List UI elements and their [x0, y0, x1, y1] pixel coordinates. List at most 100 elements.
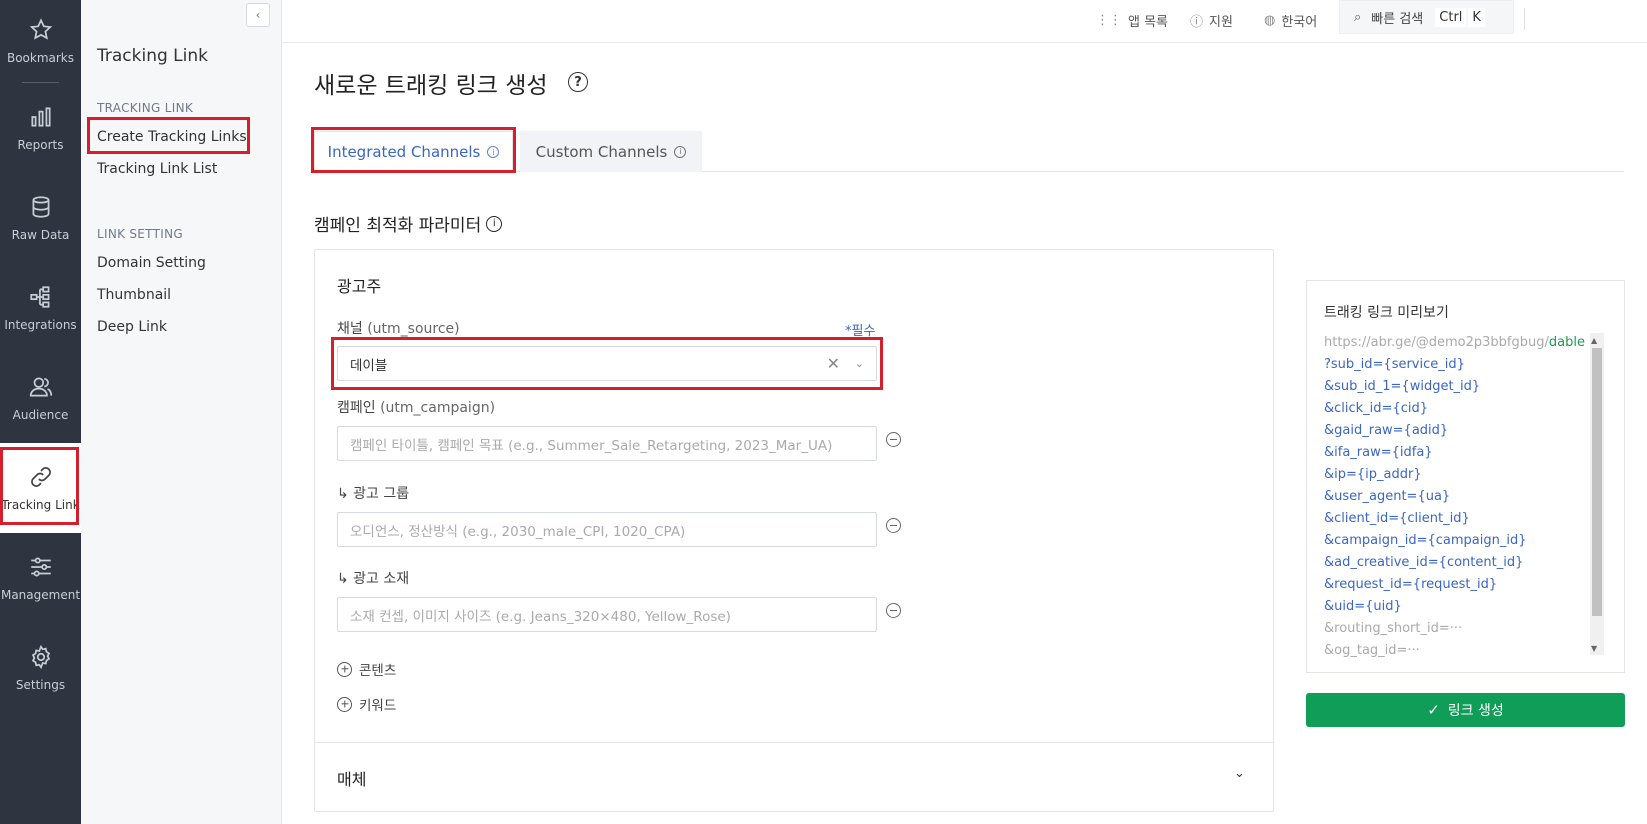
tab-label: Custom Channels	[535, 142, 668, 161]
rail-item-raw-data[interactable]: Raw Data	[0, 173, 81, 263]
advertiser-heading: 광고주	[337, 277, 382, 296]
link-icon	[30, 467, 51, 487]
rail-label: Bookmarks	[6, 51, 75, 65]
rail-label: Audience	[12, 408, 69, 422]
section-title-text: 캠페인 최적화 파라미터	[314, 216, 482, 236]
support-link[interactable]: ⓘ 지원	[1190, 8, 1233, 32]
subnav-link-deep-link[interactable]: Deep Link	[97, 319, 167, 335]
preview-param-line: &ad_creative_id={content_id}	[1324, 555, 1524, 570]
creative-input[interactable]: 소재 컨셉, 이미지 사이즈 (e.g. Jeans_320×480, Yell…	[337, 597, 877, 632]
channel-label-text: 채널	[337, 321, 363, 337]
main-nav-rail: Bookmarks Reports Raw Data Integrations …	[0, 0, 81, 824]
language-selector[interactable]: ◍ 한국어	[1264, 8, 1317, 32]
preview-base-url: https://abr.ge/@demo2p3bbfgbug/	[1324, 335, 1549, 350]
preview-base-line: https://abr.ge/@demo2p3bbfgbug/dable	[1324, 332, 1594, 354]
preview-param-line: &ifa_raw={idfa}	[1324, 445, 1433, 460]
check-icon: ✓	[1427, 701, 1440, 719]
rail-label: Tracking Link	[1, 498, 80, 512]
rail-item-management[interactable]: Management	[0, 533, 81, 623]
preview-param-line: &request_id={request_id}	[1324, 577, 1498, 592]
bar-chart-icon	[30, 107, 51, 127]
tab-custom-channels[interactable]: Custom Channels i	[520, 131, 702, 172]
rail-item-tracking-link[interactable]: Tracking Link	[0, 443, 81, 533]
preview-param-line: ?sub_id={service_id}	[1324, 357, 1465, 372]
rail-item-audience[interactable]: Audience	[0, 353, 81, 443]
channel-value: 데이블	[350, 357, 388, 374]
adgroup-label: ↳ 광고 그룹	[337, 486, 410, 502]
add-keyword-button[interactable]: 키워드	[337, 694, 396, 714]
campaign-input[interactable]: 캠페인 타이틀, 캠페인 목표 (e.g., Summer_Sale_Retar…	[337, 426, 877, 461]
required-marker: *필수	[845, 324, 876, 339]
apps-menu[interactable]: ⋮⋮ 앱 목록	[1096, 8, 1168, 32]
tab-label: Integrated Channels	[327, 143, 481, 161]
create-link-label: 링크 생성	[1447, 703, 1504, 719]
subnav-link-tracking-link-list[interactable]: Tracking Link List	[97, 161, 217, 177]
rail-item-integrations[interactable]: Integrations	[0, 263, 81, 353]
preview-param-line: &gaid_raw={adid}	[1324, 423, 1449, 438]
collapse-sidebar-button[interactable]: ‹	[246, 3, 270, 27]
preview-scrollbar-thumb[interactable]	[1592, 348, 1602, 616]
question-icon[interactable]: ?	[568, 72, 588, 92]
tab-integrated-channels[interactable]: Integrated Channels i	[314, 131, 513, 172]
rail-label: Integrations	[4, 318, 77, 332]
scroll-down-icon[interactable]: ▼	[1591, 644, 1597, 653]
info-icon: i	[487, 146, 500, 158]
plus-circle-icon	[337, 696, 352, 712]
audience-icon	[29, 377, 52, 397]
apps-label: 앱 목록	[1128, 14, 1169, 30]
channel-select[interactable]: 데이블 ✕ ⌄	[337, 346, 877, 381]
search-label: 빠른 검색	[1371, 11, 1424, 27]
search-icon: ⌕	[1354, 9, 1362, 25]
add-content-label: 콘텐츠	[359, 663, 397, 679]
info-icon[interactable]: i	[486, 215, 503, 232]
add-content-button[interactable]: 콘텐츠	[337, 659, 396, 679]
page-title: 새로운 트래킹 링크 생성	[314, 73, 548, 99]
creative-label: ↳ 광고 소재	[337, 571, 410, 587]
preview-param-line: &uid={uid}	[1324, 599, 1402, 614]
campaign-label-text: 캠페인	[337, 400, 376, 416]
remove-creative-icon[interactable]	[886, 603, 901, 618]
preview-param-line: &routing_short_id=···	[1324, 621, 1463, 636]
remove-adgroup-icon[interactable]	[886, 518, 901, 533]
channel-param: (utm_source)	[367, 321, 460, 337]
preview-base-channel: dable	[1548, 335, 1585, 350]
section-title: 캠페인 최적화 파라미터 i	[314, 211, 503, 236]
subnav-link-create-tracking-links[interactable]: Create Tracking Links	[97, 129, 247, 145]
rail-item-settings[interactable]: Settings	[0, 623, 81, 713]
shortcut-key: K	[1468, 7, 1485, 27]
preview-param-line: &user_agent={ua}	[1324, 489, 1451, 504]
rail-item-reports[interactable]: Reports	[0, 83, 81, 173]
preview-url-body: https://abr.ge/@demo2p3bbfgbug/dable ?su…	[1324, 332, 1594, 657]
rail-label: Reports	[17, 138, 64, 152]
language-label: 한국어	[1281, 14, 1318, 30]
rail-label: Management	[0, 588, 81, 602]
create-link-button[interactable]: ✓ 링크 생성	[1306, 693, 1625, 727]
adgroup-input[interactable]: 오디언스, 정산방식 (e.g., 2030_male_CPI, 1020_CP…	[337, 512, 877, 547]
channel-label: 채널 (utm_source)	[337, 318, 460, 338]
chevron-down-icon[interactable]: ⌄	[1234, 766, 1245, 781]
gear-icon	[31, 644, 50, 670]
quick-search[interactable]: ⌕ 빠른 검색 Ctrl K	[1339, 0, 1514, 34]
rail-item-bookmarks[interactable]: Bookmarks	[0, 0, 81, 82]
subnav-title: Tracking Link	[97, 46, 208, 66]
scroll-up-icon[interactable]: ▲	[1591, 336, 1597, 345]
subnav-link-domain-setting[interactable]: Domain Setting	[97, 255, 206, 271]
preview-param-line: &click_id={cid}	[1324, 401, 1428, 416]
rail-label: Raw Data	[11, 228, 70, 242]
clear-icon[interactable]: ✕	[827, 354, 840, 373]
campaign-label: 캠페인 (utm_campaign)	[337, 397, 495, 417]
preview-param-line: &sub_id_1={widget_id}	[1324, 379, 1481, 394]
secondary-nav	[81, 0, 282, 824]
media-section-header[interactable]: 매체	[337, 766, 366, 790]
campaign-param: (utm_campaign)	[380, 400, 496, 416]
shortcut-ctrl: Ctrl	[1435, 7, 1467, 27]
chevron-down-icon[interactable]: ⌄	[855, 357, 864, 370]
subnav-group-label: TRACKING LINK	[97, 101, 194, 115]
sliders-icon	[30, 557, 51, 577]
star-icon	[29, 18, 52, 40]
support-label: 지원	[1209, 14, 1233, 30]
remove-campaign-icon[interactable]	[886, 432, 901, 447]
preview-param-line: &client_id={client_id}	[1324, 511, 1470, 526]
plus-circle-icon	[337, 661, 352, 677]
subnav-link-thumbnail[interactable]: Thumbnail	[97, 287, 171, 303]
